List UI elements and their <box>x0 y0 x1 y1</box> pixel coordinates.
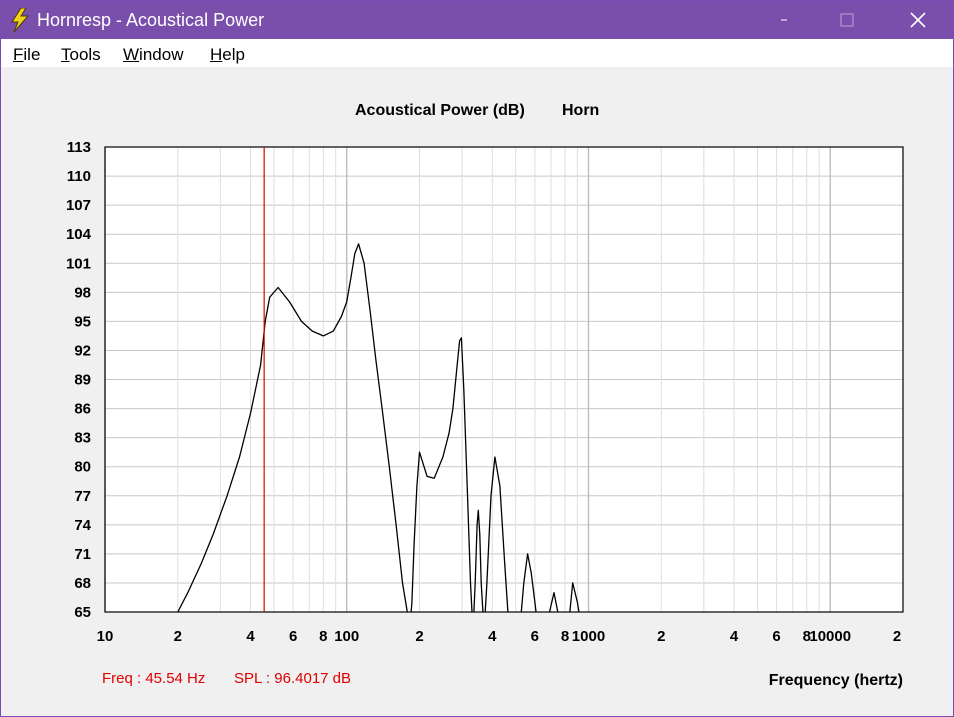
spl-readout: SPL : 96.4017 dB <box>234 670 352 687</box>
y-tick-label: 77 <box>74 488 91 505</box>
freq-readout: Freq : 45.54 Hz <box>102 670 206 687</box>
maximize-icon <box>840 13 854 27</box>
x-tick-label: 6 <box>289 628 297 645</box>
x-tick-label: 10 <box>97 628 114 645</box>
y-tick-label: 68 <box>74 575 91 592</box>
x-tick-label: 2 <box>174 628 182 645</box>
y-tick-label: 98 <box>74 284 91 301</box>
y-tick-label: 110 <box>67 168 91 185</box>
y-tick-label: 74 <box>74 517 91 534</box>
y-tick-label: 92 <box>74 342 91 359</box>
menu-bar: File Tools Window Help <box>1 39 953 67</box>
lightning-icon <box>11 8 30 32</box>
minimize-icon <box>775 19 787 21</box>
y-tick-label: 86 <box>74 401 91 418</box>
x-tick-label: 8 <box>319 628 327 645</box>
x-tick-label: 6 <box>772 628 780 645</box>
x-tick-label: 2 <box>657 628 665 645</box>
x-tick-label: 10000 <box>809 628 851 645</box>
y-tick-label: 71 <box>74 546 91 563</box>
x-tick-label: 4 <box>730 628 739 645</box>
x-tick-label: 4 <box>488 628 497 645</box>
chart-subtitle: Horn <box>562 102 599 119</box>
app-window: Hornresp - Acoustical Power File Tools W… <box>0 0 954 717</box>
maximize-button[interactable] <box>833 1 893 39</box>
x-tick-label: 6 <box>531 628 539 645</box>
chart-title: Acoustical Power (dB) <box>355 102 525 119</box>
close-button[interactable] <box>887 1 947 39</box>
minimize-button[interactable] <box>775 1 841 39</box>
y-tick-label: 101 <box>66 255 91 272</box>
x-tick-label: 100 <box>334 628 359 645</box>
menu-help[interactable]: Help <box>210 45 245 65</box>
y-tick-label: 65 <box>74 604 91 621</box>
y-tick-label: 95 <box>74 313 91 330</box>
menu-file[interactable]: File <box>13 45 40 65</box>
x-axis-label: Frequency (hertz) <box>769 672 903 689</box>
y-tick-label: 104 <box>66 226 92 243</box>
menu-tools[interactable]: Tools <box>61 45 101 65</box>
y-tick-label: 80 <box>74 459 91 476</box>
close-icon <box>910 12 926 28</box>
x-tick-label: 4 <box>246 628 255 645</box>
y-tick-label: 89 <box>74 372 91 389</box>
y-tick-label: 83 <box>74 430 91 447</box>
x-tick-label: 1000 <box>572 628 605 645</box>
menu-window[interactable]: Window <box>123 45 183 65</box>
y-tick-label: 107 <box>66 197 91 214</box>
x-tick-label: 8 <box>561 628 569 645</box>
y-tick-label: 113 <box>67 139 91 156</box>
window-title: Hornresp - Acoustical Power <box>37 10 265 30</box>
x-tick-label: 2 <box>415 628 423 645</box>
acoustical-power-chart[interactable]: 1131101071041019895928986838077747168651… <box>1 67 953 707</box>
title-bar[interactable]: Hornresp - Acoustical Power <box>1 1 953 39</box>
x-tick-label: 2 <box>893 628 901 645</box>
